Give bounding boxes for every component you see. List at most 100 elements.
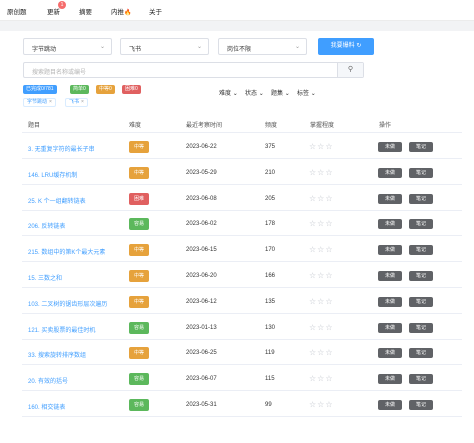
mastery-stars[interactable]: ☆☆☆ [309,400,334,409]
not-done-button[interactable]: 未做 [378,271,402,281]
nav-referral[interactable]: 内推🔥 [111,6,131,16]
note-button[interactable]: 笔记 [409,348,433,359]
mastery-stars[interactable]: ☆☆☆ [309,194,334,203]
star-icon[interactable]: ☆ [325,323,333,332]
problem-title-link[interactable]: 20. 有效的括号 [28,376,68,385]
note-button[interactable]: 笔记 [409,296,433,307]
star-icon[interactable]: ☆ [309,374,317,383]
filter-tags[interactable]: 标签 ⌄ [297,88,316,97]
not-done-button[interactable]: 未做 [378,400,402,410]
position-select[interactable]: 岗位不限 ⌄ [218,38,307,55]
mastery-stars[interactable]: ☆☆☆ [309,271,334,280]
star-icon[interactable]: ☆ [325,348,333,357]
problem-title-link[interactable]: 146. LRU缓存机制 [28,170,77,179]
problem-title-link[interactable]: 33. 搜索旋转排序数组 [28,350,86,359]
star-icon[interactable]: ☆ [325,194,333,203]
problem-title-link[interactable]: 121. 买卖股票的最佳时机 [28,325,95,334]
star-icon[interactable]: ☆ [325,297,333,306]
mastery-stars[interactable]: ☆☆☆ [309,245,334,254]
last-seen-date: 2023-06-08 [186,195,217,202]
star-icon[interactable]: ☆ [309,400,317,409]
star-icon[interactable]: ☆ [325,168,333,177]
mastery-stars[interactable]: ☆☆☆ [309,297,334,306]
note-button[interactable]: 笔记 [409,193,433,204]
difficulty-badge: 中等 [129,347,149,360]
close-icon[interactable]: × [81,99,84,105]
problem-title-link[interactable]: 3. 无重复字符的最长子串 [28,144,95,153]
last-seen-date: 2023-01-13 [186,324,217,331]
company-select[interactable]: 字节跳动 ⌄ [23,38,112,55]
star-icon[interactable]: ☆ [325,271,333,280]
nav-about[interactable]: 关于 [149,6,162,16]
star-icon[interactable]: ☆ [309,194,317,203]
mastery-stars[interactable]: ☆☆☆ [309,348,334,357]
not-done-button[interactable]: 未做 [378,348,402,359]
note-button[interactable]: 笔记 [409,245,433,256]
position-select-value: 岗位不限 [227,47,252,53]
note-button[interactable]: 笔记 [409,400,433,410]
filter-difficulty[interactable]: 难度 ⌄ [219,88,238,97]
problem-title-link[interactable]: 15. 三数之和 [28,273,62,282]
note-button[interactable]: 笔记 [409,374,433,385]
not-done-button[interactable]: 未做 [378,219,402,230]
frequency-value: 130 [265,324,276,331]
department-select[interactable]: 飞书 ⌄ [120,38,209,55]
star-icon[interactable]: ☆ [309,323,317,332]
active-tag-company-label: 字节跳动 [27,99,48,105]
problem-title-link[interactable]: 103. 二叉树的锯齿形层次遍历 [28,299,107,308]
note-button[interactable]: 笔记 [409,322,433,333]
not-done-button[interactable]: 未做 [378,374,402,385]
star-icon[interactable]: ☆ [309,348,317,357]
table-row: 215. 数组中的第K个最大元素 中等 2023-06-15 170 ☆☆☆ 未做 笔记 [22,239,462,263]
close-icon[interactable]: × [49,99,52,105]
problem-title-link[interactable]: 215. 数组中的第K个最大元素 [28,247,105,256]
star-icon[interactable]: ☆ [325,400,333,409]
nav-original[interactable]: 原创题 [7,6,27,16]
active-tag-department[interactable]: 飞书 × [65,98,88,107]
chevron-down-icon: ⌄ [232,91,238,97]
not-done-button[interactable]: 未做 [378,322,402,333]
mastery-stars[interactable]: ☆☆☆ [309,142,334,151]
note-button[interactable]: 笔记 [409,219,433,230]
problem-title-link[interactable]: 25. K 个一组翻转链表 [28,196,86,205]
note-button[interactable]: 笔记 [409,142,433,152]
mastery-stars[interactable]: ☆☆☆ [309,219,334,228]
submit-report-button[interactable]: 我要爆料 ↻ [318,38,374,55]
difficulty-badge: 容易 [129,399,149,411]
active-tag-company[interactable]: 字节跳动 × [23,98,56,107]
star-icon[interactable]: ☆ [325,374,333,383]
filter-status[interactable]: 状态 ⌄ [245,88,264,97]
note-button[interactable]: 笔记 [409,271,433,281]
star-icon[interactable]: ☆ [325,219,333,228]
mastery-stars[interactable]: ☆☆☆ [309,323,334,332]
not-done-button[interactable]: 未做 [378,142,402,152]
submit-report-label: 我要爆料 [330,43,355,49]
nav-summary[interactable]: 摘要 [79,6,92,16]
department-select-value: 飞书 [129,47,142,53]
star-icon[interactable]: ☆ [309,245,317,254]
mastery-stars[interactable]: ☆☆☆ [309,374,334,383]
star-icon[interactable]: ☆ [309,168,317,177]
star-icon[interactable]: ☆ [309,297,317,306]
not-done-button[interactable]: 未做 [378,296,402,307]
search-icon[interactable]: ⚲ [337,63,363,77]
star-icon[interactable]: ☆ [309,271,317,280]
star-icon[interactable]: ☆ [309,142,317,151]
difficulty-badge: 中等 [129,295,149,308]
star-icon[interactable]: ☆ [325,245,333,254]
not-done-button[interactable]: 未做 [378,167,402,178]
star-icon[interactable]: ☆ [325,142,333,151]
filter-set[interactable]: 题集 ⌄ [271,88,290,97]
note-button[interactable]: 笔记 [409,167,433,178]
problem-title-link[interactable]: 160. 相交链表 [28,402,65,411]
search-box[interactable]: 搜索题目名称或编号 ⚲ [23,62,364,78]
frequency-value: 166 [265,273,276,279]
problem-title-link[interactable]: 206. 反转链表 [28,221,65,230]
notification-badge: 1 [58,1,66,9]
filter-status-label: 状态 [245,91,258,97]
not-done-button[interactable]: 未做 [378,245,402,256]
nav-updates[interactable]: 更新 1 [47,1,66,16]
mastery-stars[interactable]: ☆☆☆ [309,168,334,177]
star-icon[interactable]: ☆ [309,219,317,228]
not-done-button[interactable]: 未做 [378,193,402,204]
